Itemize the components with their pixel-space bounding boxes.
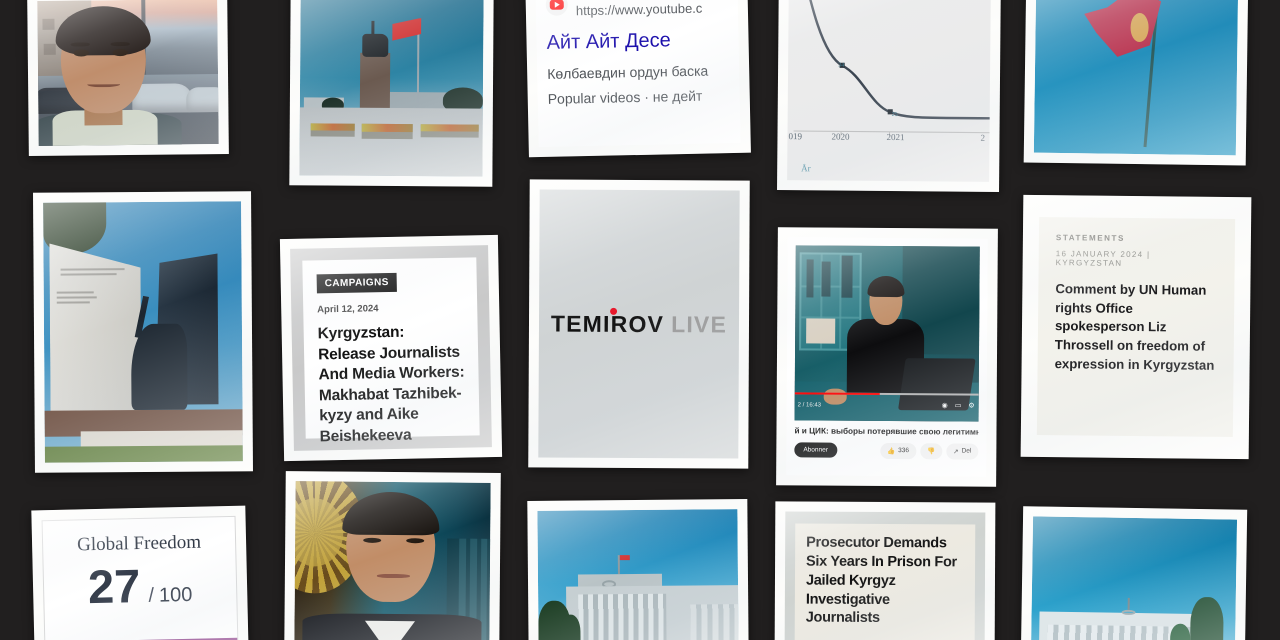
- global-freedom-title: Global Freedom: [76, 531, 202, 556]
- statement-kicker: STATEMENTS: [1055, 233, 1126, 243]
- live-word: LIVE: [671, 310, 728, 337]
- share-label: Del: [961, 447, 972, 455]
- selfie-photo: [37, 0, 219, 146]
- chart-xtick-2022: 2: [980, 132, 986, 143]
- youtube-icon: [545, 0, 568, 16]
- parliament-building-photo: [1030, 516, 1238, 640]
- temirov-live-logo: TEMIROV LIVE: [550, 307, 728, 338]
- white-house-photo: [537, 509, 739, 640]
- temirov-word: TEMIROV: [550, 310, 665, 337]
- chart-x-axis-label: År: [801, 163, 811, 174]
- subscribe-button[interactable]: Abonner: [794, 442, 837, 458]
- photo-card-memorial[interactable]: [33, 191, 253, 473]
- youtube-result-line1: Көлбаевдин ордун баска: [547, 62, 709, 83]
- score-value: 27: [87, 559, 141, 614]
- thumbs-up-icon: 👍: [887, 447, 896, 455]
- freedom-score-line-chart: 34 25 019 2020 2021 2 År: [787, 0, 991, 182]
- youtube-video-player-card: 2 / 16:43 ◉ ▭ ⚙ й и ЦИК: выборы потерявш…: [786, 237, 988, 477]
- prosecutor-card-body: Prosecutor Demands Six Years In Prison F…: [784, 511, 986, 640]
- chart-point-label-2020: 34: [838, 62, 845, 69]
- tree: [1190, 597, 1224, 640]
- thumbs-down-icon: 👎: [927, 448, 936, 456]
- kyrgyz-flag-photo: [1033, 0, 1239, 156]
- chart-xtick-2021: 2021: [886, 131, 905, 143]
- memorial-sculpture: [131, 323, 188, 411]
- youtube-url[interactable]: https://www.youtube.c: [576, 1, 703, 19]
- red-dot-icon: [609, 307, 618, 315]
- statement-meta: 16 JANUARY 2024 | KYRGYZSTAN: [1055, 249, 1151, 268]
- video-frame[interactable]: 2 / 16:43 ◉ ▭ ⚙: [794, 245, 980, 422]
- un-statement-body: STATEMENTS 16 JANUARY 2024 | KYRGYZSTAN …: [1036, 216, 1236, 438]
- building-flagpole: [1127, 597, 1130, 610]
- chart-svg: [793, 0, 991, 136]
- youtube-result-line2: Popular videos · не дейт: [547, 87, 703, 108]
- photo-card-white-house[interactable]: [527, 499, 749, 640]
- youtube-snippet: YouTube https://www.youtube.c Айт Айт Де…: [535, 0, 741, 148]
- photo-card-ala-too-square[interactable]: [289, 0, 494, 187]
- like-count: 336: [898, 447, 910, 455]
- campaign-date: April 12, 2024: [317, 303, 379, 316]
- photo-card-parliament-building[interactable]: [1020, 506, 1248, 640]
- dislike-button[interactable]: 👎: [919, 442, 943, 460]
- card-youtube-search-result[interactable]: YouTube https://www.youtube.c Айт Айт Де…: [525, 0, 751, 158]
- score-max: 100: [158, 583, 193, 607]
- photo-collage-board: YouTube https://www.youtube.c Айт Айт Де…: [0, 0, 1280, 640]
- card-global-freedom-score[interactable]: Global Freedom 27 / 100: [31, 505, 249, 640]
- card-un-statement[interactable]: STATEMENTS 16 JANUARY 2024 | KYRGYZSTAN …: [1020, 194, 1252, 460]
- photo-card-president-portrait[interactable]: [284, 471, 501, 640]
- card-line-chart[interactable]: 34 25 019 2020 2021 2 År: [777, 0, 1001, 192]
- chart-xtick-2019: 019: [788, 131, 803, 142]
- card-youtube-video[interactable]: 2 / 16:43 ◉ ▭ ⚙ й и ЦИК: выборы потерявш…: [776, 227, 998, 487]
- youtube-result-title[interactable]: Айт Айт Десе: [546, 28, 728, 55]
- chart-xtick-2020: 2020: [831, 131, 850, 142]
- like-button[interactable]: 👍 336: [880, 442, 917, 459]
- global-freedom-score: 27 / 100: [60, 559, 221, 614]
- campaign-card-body: CAMPAIGNS April 12, 2024 Kyrgyzstan: Rel…: [290, 245, 492, 451]
- photo-card-selfie[interactable]: [27, 0, 229, 157]
- prosecutor-headline[interactable]: Prosecutor Demands Six Years In Prison F…: [806, 534, 964, 629]
- president-portrait-photo: [294, 481, 491, 640]
- captions-icon[interactable]: ▭: [955, 401, 962, 409]
- statement-headline[interactable]: Comment by UN Human rights Office spokes…: [1055, 280, 1218, 375]
- memorial-photo: [43, 201, 243, 463]
- global-freedom-card: Global Freedom 27 / 100: [41, 515, 239, 640]
- settings-icon[interactable]: ⚙: [968, 401, 974, 409]
- card-temirov-live-logo[interactable]: TEMIROV LIVE: [528, 179, 750, 469]
- chart-point-label-2021: 25: [891, 112, 898, 119]
- ala-too-square-photo: [299, 0, 484, 177]
- temirov-live-box: TEMIROV LIVE: [538, 189, 740, 459]
- card-prosecutor-news[interactable]: Prosecutor Demands Six Years In Prison F…: [774, 501, 996, 640]
- card-campaigns-article[interactable]: CAMPAIGNS April 12, 2024 Kyrgyzstan: Rel…: [279, 234, 503, 462]
- photo-card-kyrgyz-flag[interactable]: [1023, 0, 1249, 166]
- score-separator: /: [148, 584, 155, 607]
- video-timestamp: 2 / 16:43: [797, 401, 822, 409]
- campaign-headline[interactable]: Kyrgyzstan: Release Journalists And Medi…: [318, 322, 466, 448]
- volume-icon[interactable]: ◉: [942, 401, 948, 409]
- share-button[interactable]: ↗ Del: [946, 443, 979, 460]
- video-title[interactable]: й и ЦИК: выборы потерявшие свою легитимн…: [794, 426, 978, 436]
- face: [37, 5, 182, 146]
- campaigns-tag-badge: CAMPAIGNS: [316, 272, 397, 294]
- share-icon: ↗: [953, 448, 959, 456]
